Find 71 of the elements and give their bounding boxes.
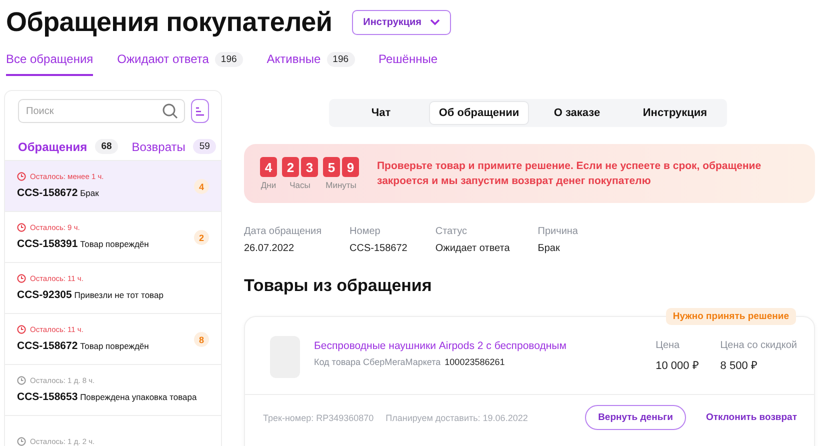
timer-label: Часы <box>290 180 310 190</box>
request-title: CCS-158672 Брак <box>17 186 100 201</box>
tab-label: Все обращения <box>6 52 94 66</box>
field-label: Номер <box>350 226 382 237</box>
price-label: Цена <box>656 340 681 351</box>
clock-icon <box>17 437 26 446</box>
subtab-label: Обращения <box>18 140 88 154</box>
tab[interactable]: Активные 196 <box>266 52 355 76</box>
request-title: CCS-158391 Товар повреждён <box>17 237 150 252</box>
timer-digit: 2 <box>282 157 299 177</box>
delivery-date: Планируем доставить: 19.06.2022 <box>386 412 528 422</box>
timer-label: Минуты <box>326 180 356 190</box>
page-title: Обращения покупателей <box>6 6 332 38</box>
clock-icon <box>17 376 26 385</box>
tab-label: Решённые <box>378 52 438 66</box>
count-badge: 196 <box>214 52 243 67</box>
field-value: Ожидает ответа <box>435 243 510 254</box>
product-link[interactable]: Беспроводные наушники Airpods 2 с беспроводным <box>314 340 634 352</box>
clock-icon <box>17 274 26 283</box>
refund-button[interactable]: Вернуть деньги <box>585 405 686 430</box>
track-number: Трек-номер: RP349360870 <box>263 412 374 422</box>
count-badge: 59 <box>193 139 216 154</box>
status-badge: Нужно принять решение <box>666 308 796 325</box>
detail-tab[interactable]: О заказе <box>528 102 626 124</box>
instruction-dropdown[interactable]: Инструкция <box>352 10 451 34</box>
clock-icon <box>17 223 26 232</box>
field-label: Дата обращения <box>244 226 322 237</box>
field-value: 26.07.2022 <box>244 243 296 254</box>
reject-link[interactable]: Отклонить возврат <box>706 412 797 423</box>
subtab[interactable]: Обращения 68 <box>18 139 118 154</box>
count-badge: 4 <box>194 179 209 194</box>
subtab[interactable]: Возвраты 59 <box>132 139 216 154</box>
price-label: Цена со скидкой <box>720 340 797 351</box>
clock-icon <box>17 325 26 334</box>
code-label: Код товара СберМегаМаркета <box>314 357 441 367</box>
field-label: Причина <box>538 226 578 237</box>
search-field[interactable]: Поиск <box>18 99 185 123</box>
chevron-down-icon <box>430 18 440 26</box>
timer-digit: 5 <box>323 157 340 177</box>
detail-tab[interactable]: Чат <box>332 102 430 124</box>
count-badge: 8 <box>194 332 209 347</box>
request-title: CCS-92305 Привезли не тот товар <box>17 288 164 303</box>
detail-tab[interactable]: Об обращении <box>430 102 528 124</box>
sort-icon <box>195 106 205 116</box>
count-badge: 2 <box>194 230 209 245</box>
search-icon <box>162 103 178 119</box>
field-value: CCS-158672 <box>350 243 408 254</box>
timer-digit: 9 <box>342 157 359 177</box>
tab[interactable]: Все обращения <box>6 52 94 76</box>
detail-tab[interactable]: Инструкция <box>626 102 724 124</box>
code-value: 100023586261 <box>444 357 505 367</box>
count-badge: 68 <box>95 139 118 154</box>
clock-icon <box>17 172 26 181</box>
tab-label: Ожидают ответа <box>117 52 209 66</box>
subtab-label: Возвраты <box>132 140 186 154</box>
count-badge: 196 <box>326 52 355 67</box>
tab-label: Активные <box>266 52 321 66</box>
price-value: 8 500 ₽ <box>720 359 758 372</box>
request-title: CCS-158672 Товар повреждён <box>17 339 150 354</box>
tab[interactable]: Ожидают ответа 196 <box>117 52 243 76</box>
request-title: CCS-158653 Повреждена упаковка товара <box>17 390 198 405</box>
section-heading: Товары из обращения <box>244 276 433 296</box>
field-label: Статус <box>435 226 468 237</box>
field-value: Брак <box>538 243 561 254</box>
alert-message: Проверьте товар и примите решение. Если не успеете в срок, обращение закроется и мы запустим возврат денег покупателю <box>377 158 762 188</box>
tab[interactable]: Решённые <box>378 52 438 76</box>
price-value: 10 000 ₽ <box>656 359 698 372</box>
sort-button[interactable] <box>191 99 209 123</box>
timer-digit: 4 <box>260 157 277 177</box>
timer-digit: 3 <box>301 157 318 177</box>
timer-label: Дни <box>260 180 276 190</box>
